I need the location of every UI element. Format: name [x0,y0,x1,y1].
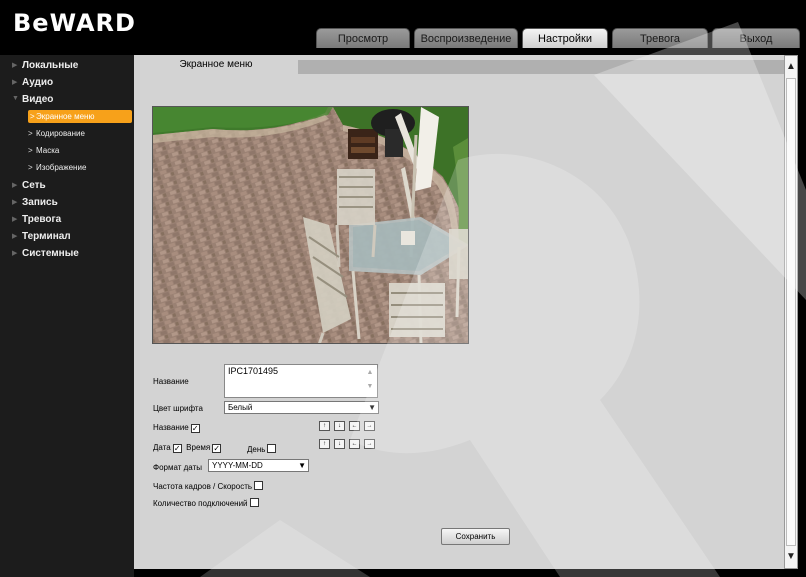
date-position-down-button[interactable]: ↓ [334,439,345,449]
sidebar-item-audio[interactable]: ▶ Аудио [12,77,53,88]
show-name-checkbox[interactable]: ✓ [190,424,200,433]
tab-view[interactable]: Просмотр [316,28,410,48]
sidebar-subitem-encoding[interactable]: > Кодирование [28,129,85,138]
date-row: Дата ✓ Время ✓ [153,443,222,453]
date-position-up-button[interactable]: ↑ [319,439,330,449]
date-format-select[interactable]: YYYY-MM-DD ▼ [208,459,309,472]
sidebar-item-network[interactable]: ▶ Сеть [12,180,46,191]
beward-logo: BeWARD [13,9,136,37]
tab-exit[interactable]: Выход [712,28,800,48]
date-checkbox[interactable]: ✓ [172,444,182,453]
day-row: День [247,444,277,454]
chevron-down-icon: ▼ [368,403,376,412]
content-tab-strip [298,60,784,74]
chevron-right-icon: > [28,146,33,155]
name-label: Название [153,377,189,386]
fps-checkbox[interactable] [254,481,264,490]
arrow-right-icon: ▶ [12,233,18,240]
sidebar-subitem-image[interactable]: > Изображение [28,163,86,172]
scroll-thumb[interactable] [786,78,796,546]
name-position-down-button[interactable]: ↓ [334,421,345,431]
sidebar-subitem-osd[interactable]: > Экранное меню [28,110,132,123]
date-format-label: Формат даты [153,463,202,472]
chevron-down-icon: ▼ [298,461,306,470]
name-position-left-button[interactable]: ← [349,421,360,431]
scroll-down-icon[interactable]: ▼ [785,550,797,564]
font-color-select[interactable]: Белый ▼ [224,401,379,414]
chevron-down-icon[interactable]: ▼ [364,380,376,394]
tab-playback[interactable]: Воспроизведение [414,28,518,48]
arrow-right-icon: ▶ [12,250,18,257]
content-tab-osd[interactable]: Экранное меню [134,55,298,74]
name-position-up-button[interactable]: ↑ [319,421,330,431]
chevron-right-icon: > [30,112,35,121]
chevron-right-icon: > [28,129,33,138]
arrow-right-icon: ▶ [12,182,18,189]
fps-row: Частота кадров / Скорость [153,481,264,491]
sidebar-item-alarm[interactable]: ▶ Тревога [12,214,61,225]
tab-settings[interactable]: Настройки [522,28,608,48]
sidebar-item-video[interactable]: ▼ Видео [12,94,53,105]
sidebar-item-system[interactable]: ▶ Системные [12,248,79,259]
name-input[interactable]: IPC1701495 [224,364,378,398]
arrow-right-icon: ▶ [12,62,18,69]
sidebar-subitem-mask[interactable]: > Маска [28,146,59,155]
date-position-left-button[interactable]: ← [349,439,360,449]
camera-preview [152,106,469,344]
chevron-right-icon: > [28,163,33,172]
camera-image [153,107,468,343]
name-input-scrollbar[interactable]: ▲ ▼ [364,366,376,396]
connections-row: Количество подключений [153,498,259,508]
chevron-up-icon[interactable]: ▲ [364,366,376,380]
scroll-up-icon[interactable]: ▲ [785,60,797,74]
font-color-label: Цвет шрифта [153,404,203,413]
sidebar-item-record[interactable]: ▶ Запись [12,197,58,208]
tab-alarm[interactable]: Тревога [612,28,708,48]
sidebar-item-local[interactable]: ▶ Локальные [12,60,78,71]
sidebar-item-terminal[interactable]: ▶ Терминал [12,231,71,242]
arrow-right-icon: ▶ [12,79,18,86]
show-name-row: Название ✓ [153,423,200,433]
arrow-right-icon: ▶ [12,199,18,206]
arrow-right-icon: ▶ [12,216,18,223]
day-checkbox[interactable] [267,444,277,453]
connections-checkbox[interactable] [249,498,259,507]
time-checkbox[interactable]: ✓ [212,444,222,453]
page-scrollbar[interactable]: ▲ ▼ [784,55,798,569]
arrow-down-icon: ▼ [12,95,19,102]
save-button[interactable]: Сохранить [441,528,510,545]
date-position-right-button[interactable]: → [364,439,375,449]
name-position-right-button[interactable]: → [364,421,375,431]
